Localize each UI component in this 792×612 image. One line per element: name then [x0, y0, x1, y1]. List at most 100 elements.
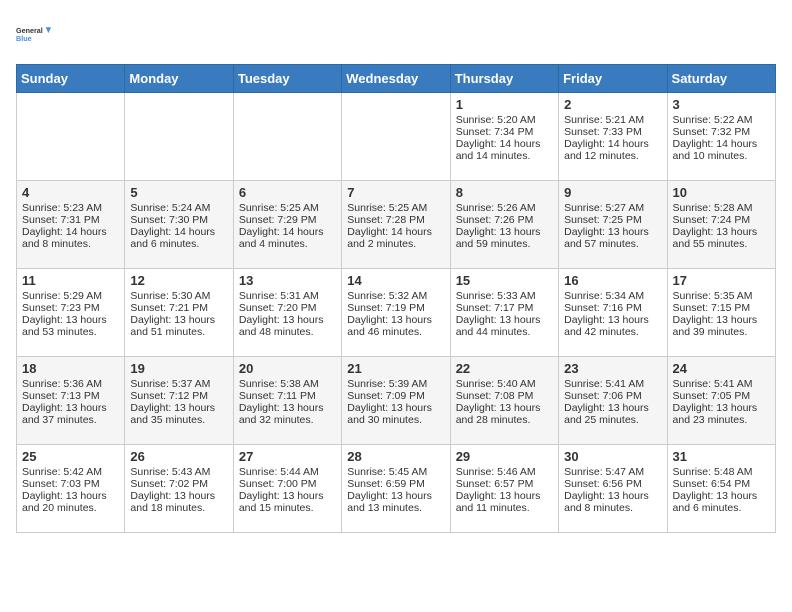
day-number: 6 [239, 185, 336, 200]
cell-text: Daylight: 14 hours and 4 minutes. [239, 226, 336, 250]
day-number: 29 [456, 449, 553, 464]
calendar-cell: 24Sunrise: 5:41 AMSunset: 7:05 PMDayligh… [667, 357, 775, 445]
calendar-cell: 1Sunrise: 5:20 AMSunset: 7:34 PMDaylight… [450, 93, 558, 181]
cell-text: Sunset: 7:13 PM [22, 390, 119, 402]
calendar-cell [125, 93, 233, 181]
cell-text: Sunset: 7:12 PM [130, 390, 227, 402]
calendar-cell: 13Sunrise: 5:31 AMSunset: 7:20 PMDayligh… [233, 269, 341, 357]
calendar-cell: 22Sunrise: 5:40 AMSunset: 7:08 PMDayligh… [450, 357, 558, 445]
cell-text: Daylight: 13 hours and 53 minutes. [22, 314, 119, 338]
day-number: 19 [130, 361, 227, 376]
cell-text: Sunset: 7:03 PM [22, 478, 119, 490]
cell-text: Sunrise: 5:29 AM [22, 290, 119, 302]
cell-text: Sunrise: 5:43 AM [130, 466, 227, 478]
cell-text: Daylight: 13 hours and 8 minutes. [564, 490, 661, 514]
cell-text: Sunrise: 5:25 AM [239, 202, 336, 214]
day-number: 24 [673, 361, 770, 376]
calendar-week-row: 4Sunrise: 5:23 AMSunset: 7:31 PMDaylight… [17, 181, 776, 269]
day-number: 27 [239, 449, 336, 464]
cell-text: Sunset: 7:30 PM [130, 214, 227, 226]
calendar-cell: 20Sunrise: 5:38 AMSunset: 7:11 PMDayligh… [233, 357, 341, 445]
day-number: 26 [130, 449, 227, 464]
weekday-header: Saturday [667, 65, 775, 93]
logo: GeneralBlue [16, 16, 52, 52]
weekday-header: Thursday [450, 65, 558, 93]
cell-text: Daylight: 13 hours and 25 minutes. [564, 402, 661, 426]
calendar-cell [17, 93, 125, 181]
day-number: 20 [239, 361, 336, 376]
day-number: 10 [673, 185, 770, 200]
weekday-header: Tuesday [233, 65, 341, 93]
cell-text: Daylight: 13 hours and 44 minutes. [456, 314, 553, 338]
calendar-week-row: 1Sunrise: 5:20 AMSunset: 7:34 PMDaylight… [17, 93, 776, 181]
calendar-cell: 10Sunrise: 5:28 AMSunset: 7:24 PMDayligh… [667, 181, 775, 269]
cell-text: Sunset: 6:57 PM [456, 478, 553, 490]
logo-icon: GeneralBlue [16, 16, 52, 52]
cell-text: Daylight: 13 hours and 32 minutes. [239, 402, 336, 426]
calendar-cell: 5Sunrise: 5:24 AMSunset: 7:30 PMDaylight… [125, 181, 233, 269]
day-number: 31 [673, 449, 770, 464]
cell-text: Daylight: 13 hours and 13 minutes. [347, 490, 444, 514]
cell-text: Daylight: 14 hours and 14 minutes. [456, 138, 553, 162]
cell-text: Sunset: 7:19 PM [347, 302, 444, 314]
cell-text: Sunrise: 5:35 AM [673, 290, 770, 302]
cell-text: Sunset: 7:23 PM [22, 302, 119, 314]
calendar-cell: 28Sunrise: 5:45 AMSunset: 6:59 PMDayligh… [342, 445, 450, 533]
cell-text: Sunrise: 5:41 AM [564, 378, 661, 390]
day-number: 3 [673, 97, 770, 112]
day-number: 17 [673, 273, 770, 288]
cell-text: Sunrise: 5:37 AM [130, 378, 227, 390]
cell-text: Sunset: 7:05 PM [673, 390, 770, 402]
calendar-cell: 21Sunrise: 5:39 AMSunset: 7:09 PMDayligh… [342, 357, 450, 445]
cell-text: Sunrise: 5:27 AM [564, 202, 661, 214]
cell-text: Sunset: 7:15 PM [673, 302, 770, 314]
cell-text: Sunset: 7:06 PM [564, 390, 661, 402]
cell-text: Sunrise: 5:45 AM [347, 466, 444, 478]
cell-text: Daylight: 13 hours and 57 minutes. [564, 226, 661, 250]
day-number: 9 [564, 185, 661, 200]
cell-text: Daylight: 14 hours and 10 minutes. [673, 138, 770, 162]
cell-text: Daylight: 13 hours and 6 minutes. [673, 490, 770, 514]
calendar-cell [233, 93, 341, 181]
calendar-cell: 23Sunrise: 5:41 AMSunset: 7:06 PMDayligh… [559, 357, 667, 445]
cell-text: Sunset: 7:25 PM [564, 214, 661, 226]
calendar-cell: 30Sunrise: 5:47 AMSunset: 6:56 PMDayligh… [559, 445, 667, 533]
cell-text: Sunrise: 5:40 AM [456, 378, 553, 390]
cell-text: Sunrise: 5:28 AM [673, 202, 770, 214]
cell-text: Daylight: 14 hours and 12 minutes. [564, 138, 661, 162]
cell-text: Daylight: 13 hours and 30 minutes. [347, 402, 444, 426]
cell-text: Daylight: 13 hours and 46 minutes. [347, 314, 444, 338]
cell-text: Daylight: 14 hours and 8 minutes. [22, 226, 119, 250]
cell-text: Sunrise: 5:26 AM [456, 202, 553, 214]
cell-text: Sunset: 7:16 PM [564, 302, 661, 314]
cell-text: Sunset: 6:56 PM [564, 478, 661, 490]
cell-text: Sunrise: 5:22 AM [673, 114, 770, 126]
cell-text: Daylight: 13 hours and 15 minutes. [239, 490, 336, 514]
cell-text: Sunset: 7:21 PM [130, 302, 227, 314]
day-number: 21 [347, 361, 444, 376]
cell-text: Sunset: 7:32 PM [673, 126, 770, 138]
cell-text: Sunrise: 5:36 AM [22, 378, 119, 390]
cell-text: Sunrise: 5:31 AM [239, 290, 336, 302]
cell-text: Sunset: 7:11 PM [239, 390, 336, 402]
cell-text: Daylight: 13 hours and 42 minutes. [564, 314, 661, 338]
calendar-cell: 15Sunrise: 5:33 AMSunset: 7:17 PMDayligh… [450, 269, 558, 357]
calendar-cell: 29Sunrise: 5:46 AMSunset: 6:57 PMDayligh… [450, 445, 558, 533]
calendar-cell: 11 Sunrise: 5:29 AMSunset: 7:23 PMDayligh… [17, 269, 125, 357]
weekday-header: Sunday [17, 65, 125, 93]
cell-text: Sunset: 7:24 PM [673, 214, 770, 226]
svg-text:General: General [16, 26, 43, 35]
cell-text: Sunset: 7:08 PM [456, 390, 553, 402]
calendar-cell [342, 93, 450, 181]
svg-text:Blue: Blue [16, 34, 32, 43]
cell-text: Daylight: 13 hours and 11 minutes. [456, 490, 553, 514]
day-number: 7 [347, 185, 444, 200]
day-number: 30 [564, 449, 661, 464]
calendar-cell: 4Sunrise: 5:23 AMSunset: 7:31 PMDaylight… [17, 181, 125, 269]
cell-text: Sunset: 7:09 PM [347, 390, 444, 402]
calendar-table: SundayMondayTuesdayWednesdayThursdayFrid… [16, 64, 776, 533]
cell-text: Sunset: 7:34 PM [456, 126, 553, 138]
day-number: 11 [22, 273, 119, 288]
cell-text: Sunrise: 5:21 AM [564, 114, 661, 126]
calendar-week-row: 18Sunrise: 5:36 AMSunset: 7:13 PMDayligh… [17, 357, 776, 445]
